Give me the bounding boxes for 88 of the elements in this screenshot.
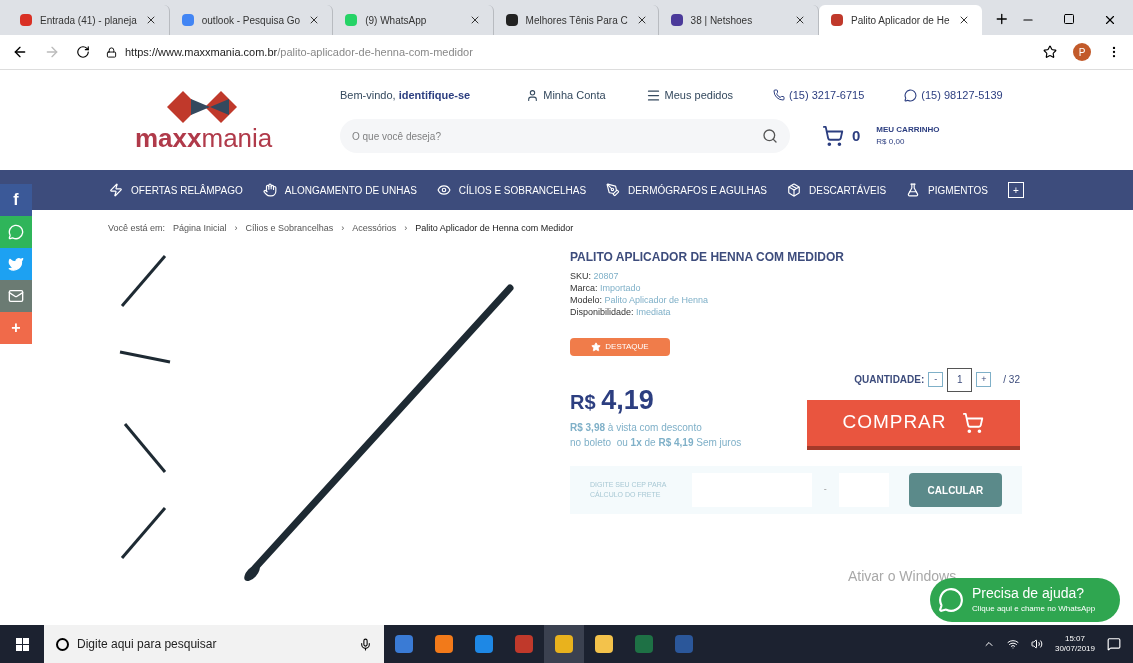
breadcrumb-separator: ›: [404, 222, 408, 235]
category-link[interactable]: OFERTAS RELÂMPAGO: [109, 182, 243, 198]
network-icon[interactable]: [1006, 638, 1019, 650]
welcome-text: Bem-vindo, identifique-se: [340, 87, 471, 103]
tab-title: (9) WhatsApp: [365, 13, 428, 28]
cortana-icon: [56, 637, 69, 651]
orders-link[interactable]: Meus pedidos: [645, 86, 734, 104]
quantity-field[interactable]: 1: [947, 367, 973, 392]
tab-title: outlook - Pesquisa Go: [201, 13, 301, 28]
windows-start-icon[interactable]: [15, 637, 29, 651]
tab-title: 38 | Netshoes: [690, 13, 754, 28]
category-link[interactable]: PIGMENTOS: [906, 182, 988, 198]
category-link[interactable]: ALONGAMENTO DE UNHAS: [262, 182, 417, 198]
installments-text: no boleto ou 1x de R$ 4,19 Sem juros: [570, 436, 743, 450]
search-icon[interactable]: [762, 128, 778, 145]
restore-icon[interactable]: [1063, 13, 1075, 25]
tab-title: Entrada (41) - planeja: [40, 13, 137, 28]
category-link[interactable]: DESCARTÁVEIS: [787, 182, 887, 198]
bolt-icon: [109, 183, 124, 197]
user-icon: [526, 88, 540, 102]
share-button[interactable]: [0, 216, 32, 248]
bird-icon: [8, 256, 24, 272]
discount-text: R$ 3,98 à vista com desconto: [570, 421, 703, 435]
tab-favicon-icon: [670, 14, 683, 26]
mail-icon: [8, 288, 24, 304]
more-categories-button[interactable]: +: [1007, 182, 1024, 198]
profile-avatar[interactable]: P: [1073, 43, 1091, 61]
eye-icon: [436, 183, 451, 197]
cart-button[interactable]: 0 MEU CARRINHO R$ 0,00: [822, 124, 940, 149]
phone-link[interactable]: (15) 3217-6715: [773, 86, 865, 104]
tab-favicon-icon: [181, 14, 194, 26]
tab-favicon-icon: [505, 14, 518, 26]
volume-icon[interactable]: [1030, 638, 1043, 650]
calculate-button[interactable]: CALCULAR: [908, 473, 1002, 507]
pen-icon: [606, 183, 621, 197]
cart-icon: [962, 411, 985, 434]
logo-text: maxxmania: [135, 125, 273, 151]
stock-text: / 32: [1003, 373, 1020, 387]
breadcrumb-link[interactable]: Acessórios: [352, 222, 397, 236]
bottle-icon: [906, 183, 921, 197]
phone-icon: [773, 89, 786, 101]
box-icon: [787, 183, 802, 197]
search-field[interactable]: O que você deseja?: [352, 128, 762, 144]
taskbar-search-bar[interactable]: Digite aqui para pesquisar: [44, 625, 384, 663]
list-icon: [645, 87, 661, 103]
breadcrumb-link[interactable]: Cílios e Sobrancelhas: [245, 222, 334, 236]
breadcrumb-separator: ›: [341, 222, 345, 235]
browser-tab[interactable]: Palito Aplicador de He: [819, 5, 982, 35]
close-icon[interactable]: [1103, 13, 1117, 27]
tab-title: Melhores Tênis Para C: [525, 13, 628, 28]
buy-button[interactable]: COMPRAR: [807, 399, 1020, 450]
separator-text: -: [823, 483, 827, 497]
product-price: R$ 4,19: [570, 383, 655, 417]
product-spec: Modelo: Palito Aplicador de Henna: [570, 293, 710, 306]
featured-badge: DESTAQUE: [570, 337, 670, 356]
product-spec: Disponibilidade: Imediata: [570, 305, 672, 318]
tab-title: Palito Aplicador de He: [851, 13, 950, 28]
tab-favicon-icon: [345, 14, 358, 26]
product-spec: Marca: Importado: [570, 281, 642, 294]
whatsapp-link[interactable]: (15) 98127-5139: [904, 86, 1003, 104]
breadcrumb-label: Você está em:: [108, 222, 166, 235]
share-button[interactable]: f: [0, 184, 32, 216]
product-spec: SKU: 20807: [570, 269, 620, 282]
hand-icon: [262, 183, 277, 197]
cart-icon: [822, 125, 844, 148]
search-bar[interactable]: O que você deseja?: [340, 119, 790, 154]
share-button[interactable]: [0, 248, 32, 280]
category-link[interactable]: DERMÓGRAFOS E AGULHAS: [606, 182, 768, 198]
increase-button[interactable]: +: [976, 372, 992, 387]
breadcrumb-link[interactable]: Página Inicial: [173, 222, 227, 236]
taskbar-app-icon[interactable]: [544, 625, 584, 663]
quantity-label: QUANTIDADE:: [854, 373, 925, 387]
product-title: PALITO APLICADOR DE HENNA COM MEDIDOR: [570, 248, 845, 266]
share-button[interactable]: [0, 280, 32, 312]
category-link[interactable]: CÍLIOS E SOBRANCELHAS: [436, 182, 587, 198]
reload-icon[interactable]: [76, 45, 90, 59]
back-icon[interactable]: [12, 44, 28, 60]
tab-favicon-icon: [831, 14, 844, 26]
account-link[interactable]: Minha Conta: [526, 86, 606, 104]
bookmark-icon[interactable]: [1043, 45, 1057, 59]
decrease-button[interactable]: -: [928, 372, 944, 387]
breadcrumb-separator: ›: [234, 222, 238, 235]
notifications-icon[interactable]: [1107, 637, 1121, 651]
microphone-icon[interactable]: [359, 637, 372, 651]
tab-favicon-icon: [20, 14, 32, 26]
taskbar-search-field[interactable]: Digite aqui para pesquisar: [77, 635, 351, 653]
address-bar[interactable]: https://www.maxxmania.com.br/palito-aplicador-de-henna-com-medidor: [106, 43, 1027, 61]
taskbar-clock[interactable]: 15:07 30/07/2019: [1054, 634, 1095, 654]
